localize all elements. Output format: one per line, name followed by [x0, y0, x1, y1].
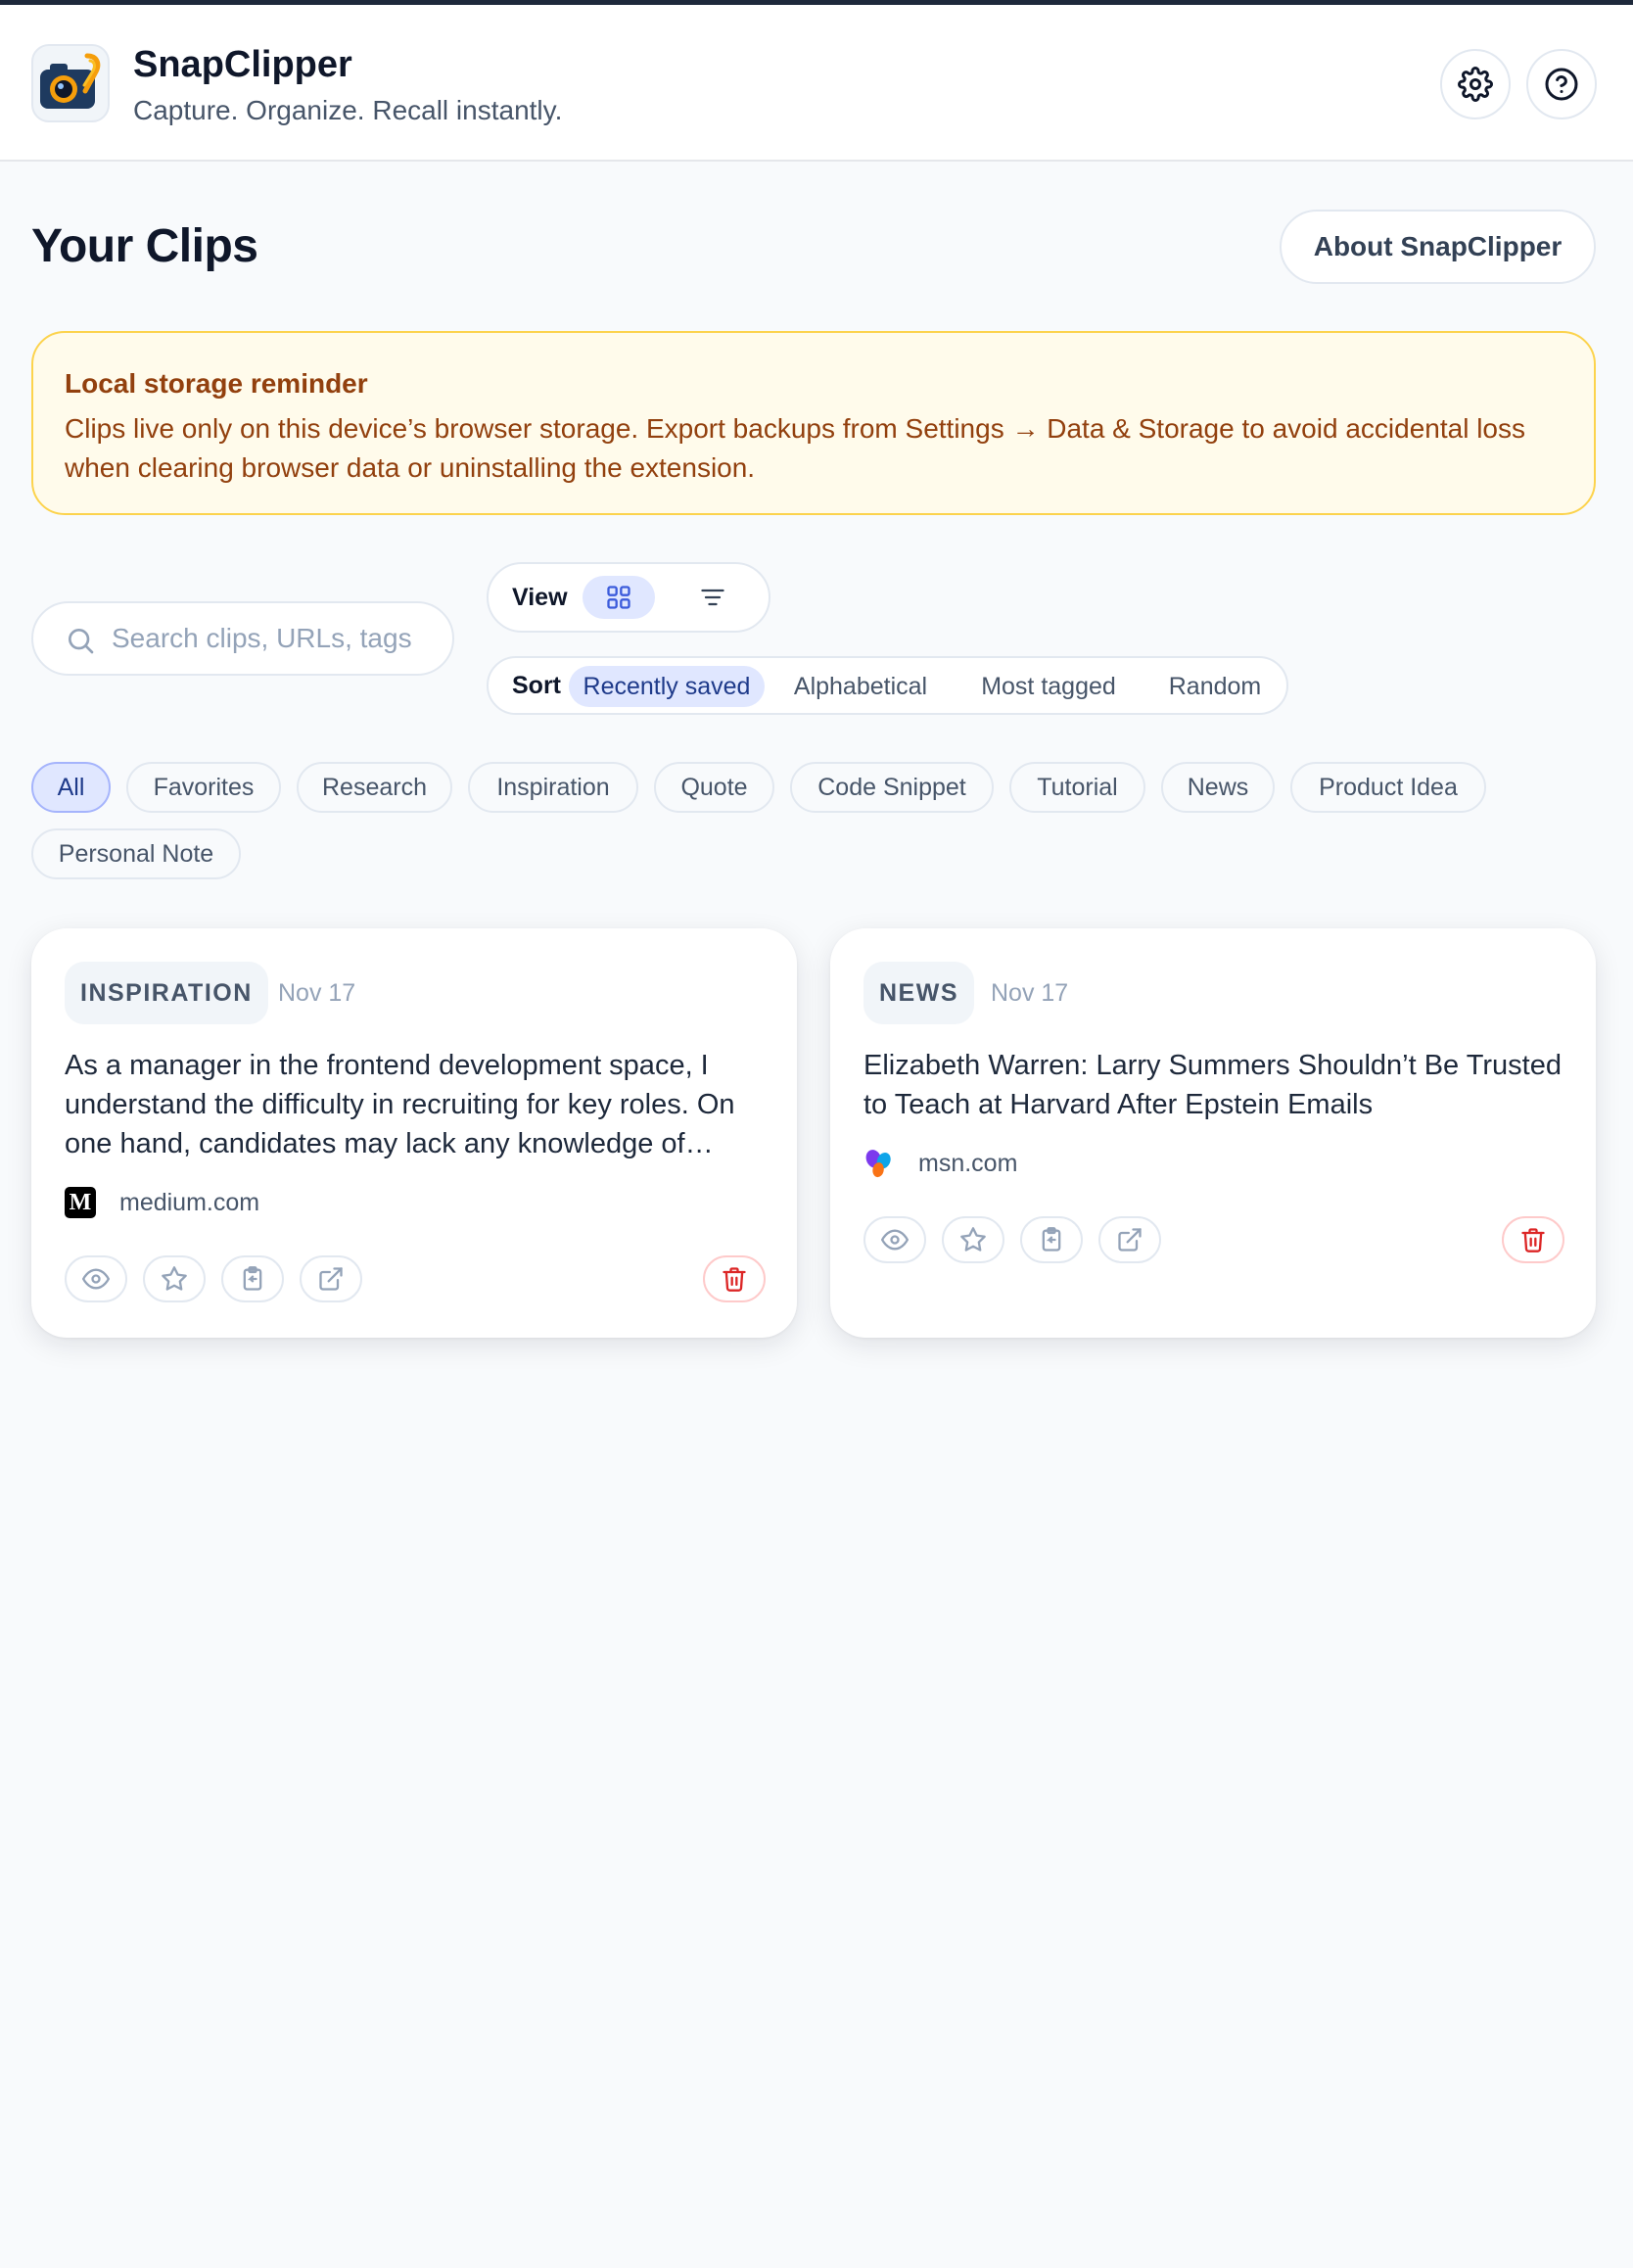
- sort-control: Sort Recently saved Alphabetical Most ta…: [487, 656, 1288, 715]
- clipboard-icon: [243, 1266, 262, 1291]
- delete-clip-button[interactable]: [1502, 1216, 1564, 1263]
- clip-category-badge: NEWS: [863, 962, 974, 1024]
- search-icon: [65, 625, 96, 656]
- filter-chip-inspiration[interactable]: Inspiration: [468, 762, 638, 813]
- help-button[interactable]: [1526, 49, 1597, 119]
- view-clip-button[interactable]: [863, 1216, 926, 1263]
- filter-chip-quote[interactable]: Quote: [654, 762, 774, 813]
- filter-chip-news[interactable]: News: [1161, 762, 1275, 813]
- clip-source-domain: msn.com: [918, 1149, 1018, 1177]
- msn-logo-icon: [863, 1148, 895, 1179]
- filter-lines-icon: [701, 589, 724, 606]
- search-box[interactable]: [31, 601, 454, 676]
- clip-card[interactable]: NEWS Nov 17 Elizabeth Warren: Larry Summ…: [830, 928, 1596, 1338]
- about-button[interactable]: About SnapClipper: [1280, 210, 1596, 284]
- camera-clip-logo-icon: [40, 53, 101, 109]
- favorite-clip-button[interactable]: [942, 1216, 1004, 1263]
- storage-reminder-banner: Local storage reminder Clips live only o…: [31, 331, 1596, 515]
- external-link-icon: [319, 1267, 343, 1291]
- app-tagline: Capture. Organize. Recall instantly.: [133, 95, 563, 125]
- grid-view-button[interactable]: [583, 576, 655, 619]
- star-icon: [960, 1227, 986, 1252]
- open-source-button[interactable]: [300, 1255, 362, 1302]
- sort-option-recently-saved[interactable]: Recently saved: [569, 666, 765, 707]
- trash-icon: [1521, 1228, 1545, 1252]
- view-label: View: [512, 584, 568, 611]
- help-circle-icon: [1545, 68, 1578, 101]
- delete-clip-button[interactable]: [703, 1255, 766, 1302]
- clip-source-domain: medium.com: [119, 1188, 260, 1216]
- filter-chip-favorites[interactable]: Favorites: [126, 762, 281, 813]
- clip-category-badge: INSPIRATION: [65, 962, 268, 1024]
- clip-date: Nov 17: [278, 979, 356, 1007]
- clip-text: As a manager in the frontend development…: [65, 1050, 735, 1159]
- reminder-title: Local storage reminder: [65, 368, 368, 399]
- gear-icon: [1458, 67, 1493, 102]
- medium-logo-icon: M: [65, 1187, 96, 1218]
- trash-icon: [723, 1267, 746, 1292]
- clip-source[interactable]: msn.com: [863, 1146, 1017, 1181]
- eye-icon: [881, 1229, 909, 1251]
- filter-chip-all[interactable]: All: [31, 762, 111, 813]
- app-name: SnapClipper: [133, 44, 352, 85]
- filter-chip-research[interactable]: Research: [297, 762, 452, 813]
- search-input[interactable]: [112, 603, 435, 674]
- filter-chip-personal-note[interactable]: Personal Note: [31, 828, 241, 879]
- settings-button[interactable]: [1440, 49, 1511, 119]
- filter-chip-tutorial[interactable]: Tutorial: [1009, 762, 1145, 813]
- copy-clip-button[interactable]: [221, 1255, 284, 1302]
- clip-date: Nov 17: [991, 979, 1069, 1007]
- clip-source[interactable]: M medium.com: [65, 1185, 259, 1220]
- grid-icon: [607, 586, 630, 609]
- view-toggle: View: [487, 562, 770, 633]
- external-link-icon: [1118, 1228, 1142, 1252]
- app-header: SnapClipper Capture. Organize. Recall in…: [0, 5, 1633, 162]
- open-source-button[interactable]: [1098, 1216, 1161, 1263]
- clip-text: Elizabeth Warren: Larry Summers Shouldn’…: [863, 1050, 1562, 1120]
- list-view-button[interactable]: [677, 576, 749, 619]
- sort-label: Sort: [512, 672, 561, 699]
- clipboard-icon: [1042, 1227, 1061, 1252]
- view-clip-button[interactable]: [65, 1255, 127, 1302]
- eye-icon: [82, 1268, 110, 1290]
- sort-option-most-tagged[interactable]: Most tagged: [958, 666, 1139, 707]
- filter-chip-product-idea[interactable]: Product Idea: [1290, 762, 1486, 813]
- sort-option-random[interactable]: Random: [1156, 666, 1274, 707]
- star-icon: [162, 1266, 187, 1291]
- page-title: Your Clips: [31, 220, 258, 272]
- filter-chip-code-snippet[interactable]: Code Snippet: [790, 762, 994, 813]
- copy-clip-button[interactable]: [1020, 1216, 1083, 1263]
- sort-option-alphabetical[interactable]: Alphabetical: [782, 666, 939, 707]
- app-logo: [31, 44, 110, 122]
- clip-card[interactable]: INSPIRATION Nov 17 As a manager in the f…: [31, 928, 797, 1338]
- favorite-clip-button[interactable]: [143, 1255, 206, 1302]
- reminder-body: Clips live only on this device’s browser…: [65, 413, 1525, 483]
